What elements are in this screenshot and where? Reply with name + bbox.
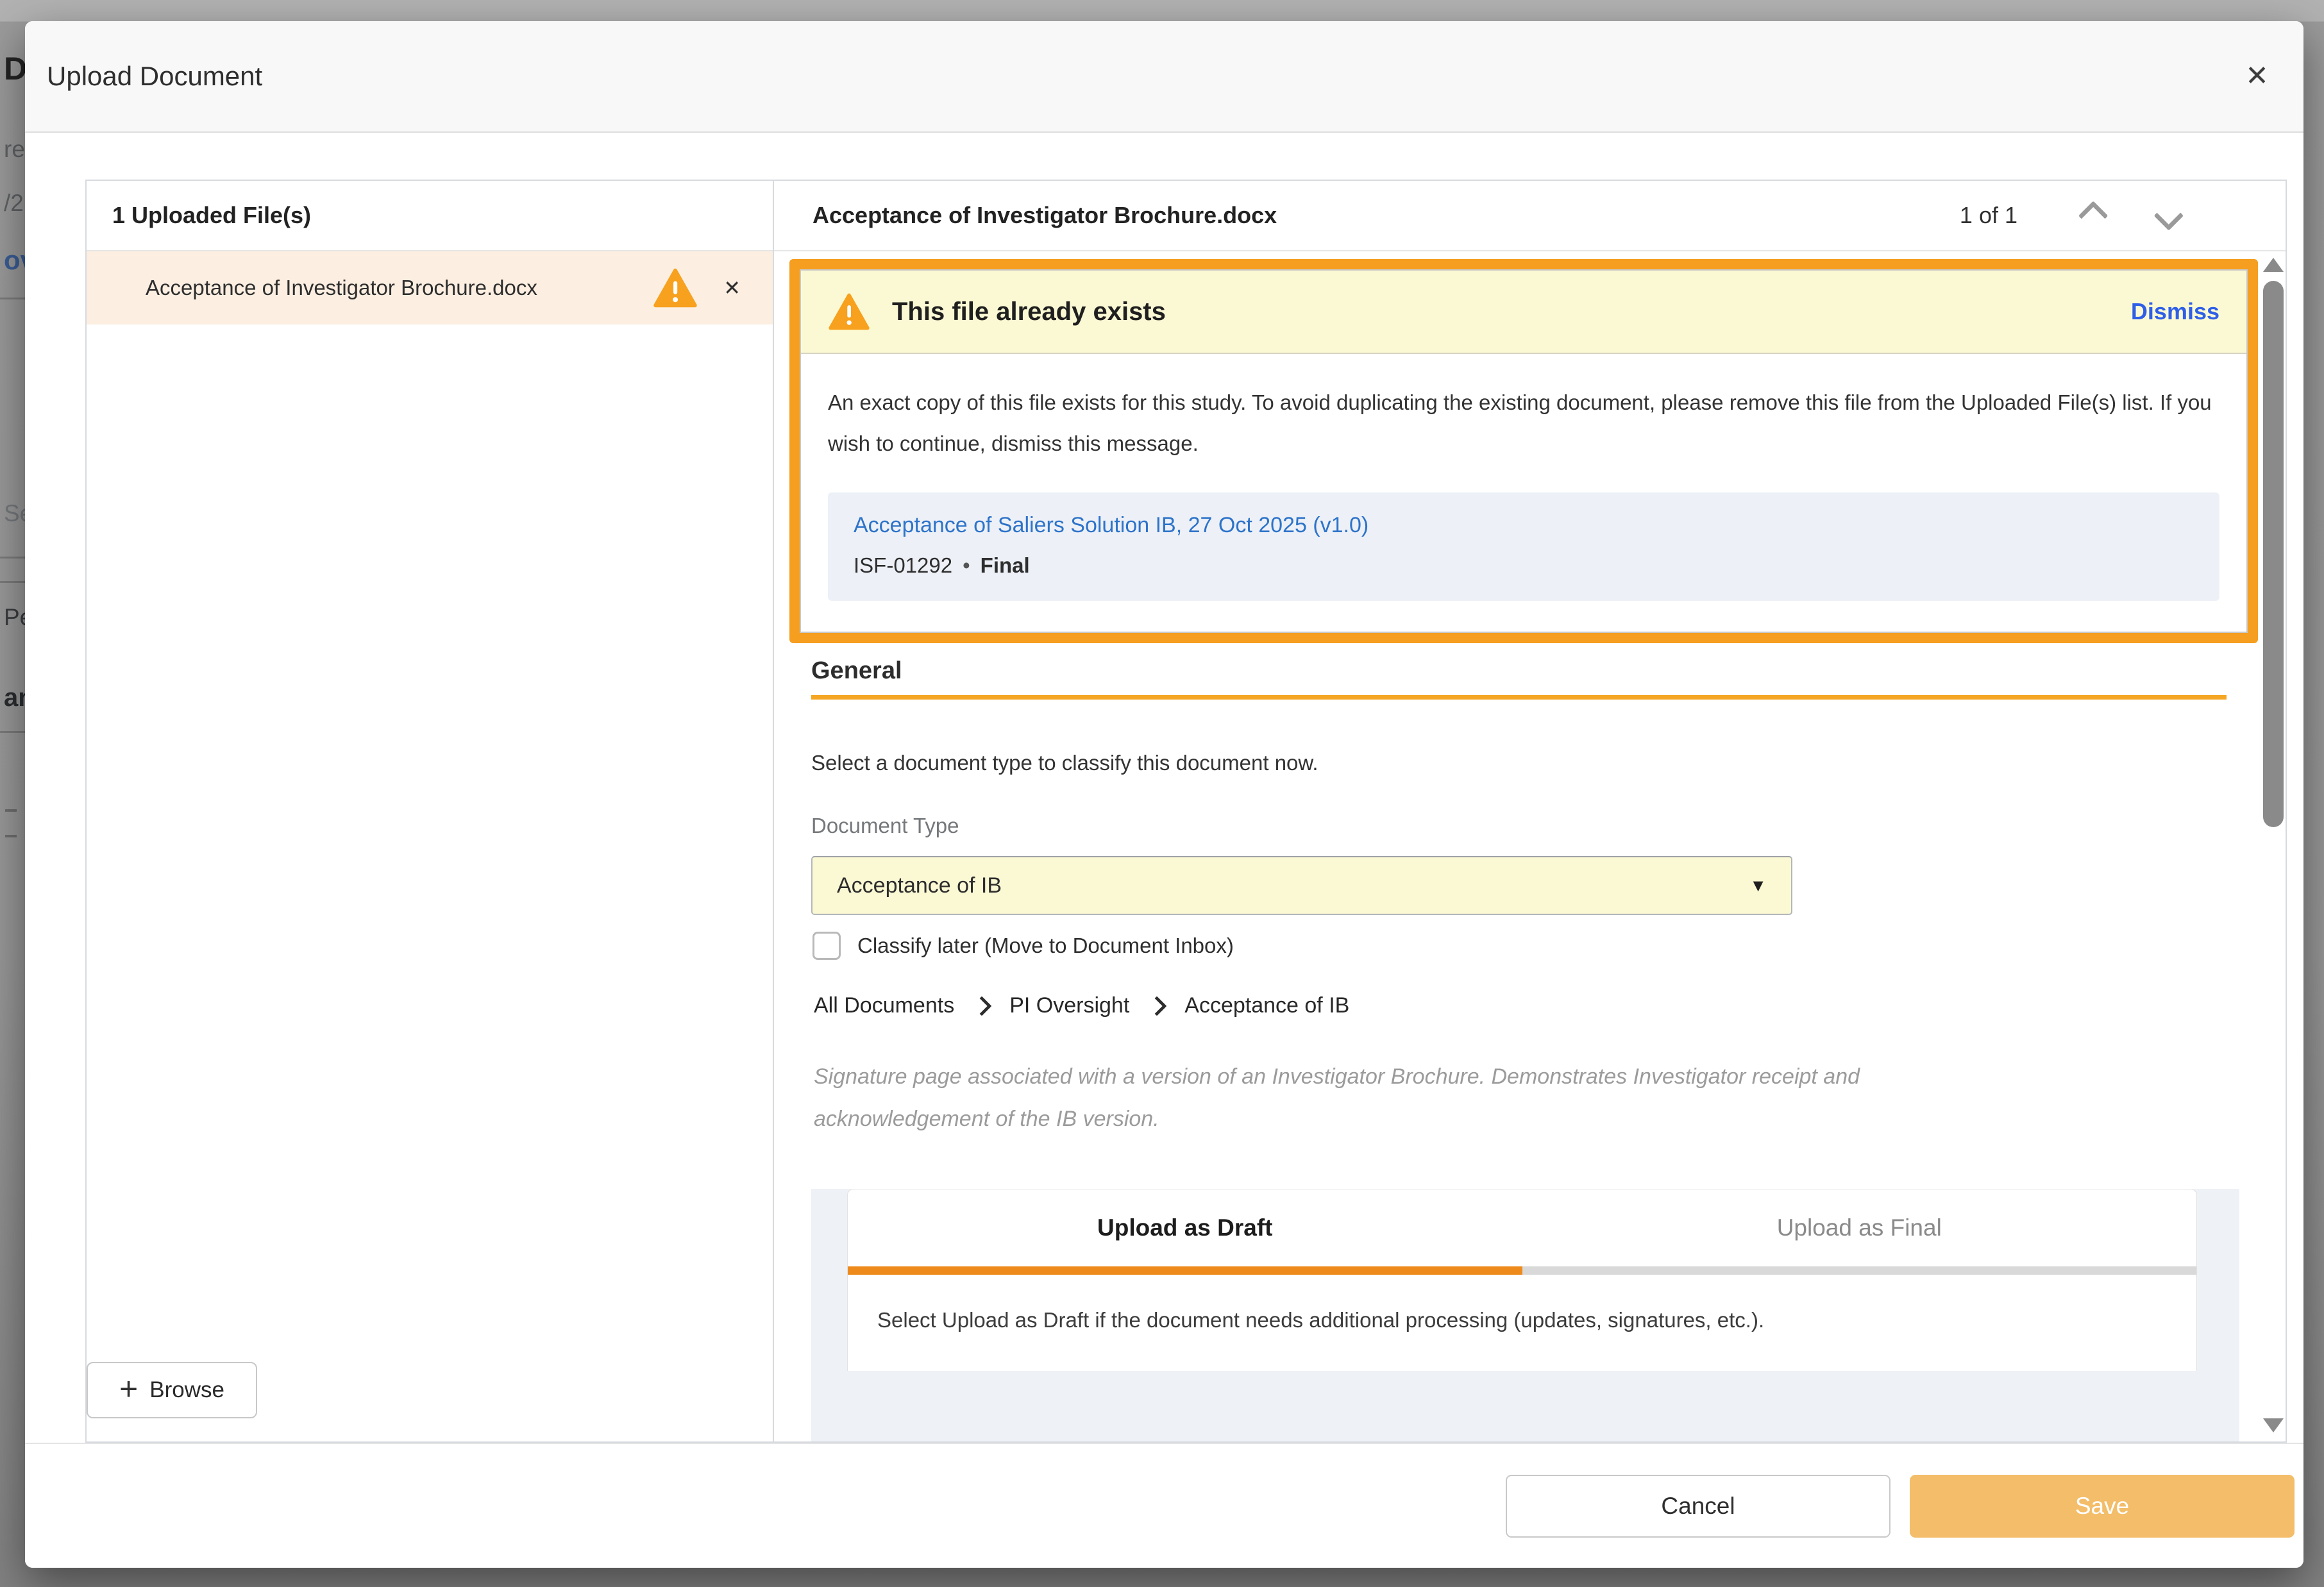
- screen: D re /2 ov Se Pe an Upload Document ✕ 1 …: [0, 0, 2324, 1587]
- document-title: Acceptance of Investigator Brochure.docx: [774, 202, 1277, 229]
- browse-button[interactable]: + Browse: [87, 1362, 257, 1418]
- document-type-value: Acceptance of IB: [837, 873, 1002, 898]
- document-detail-panel: Acceptance of Investigator Brochure.docx…: [774, 181, 2286, 1441]
- background-text-fragment: re: [4, 136, 25, 163]
- close-icon[interactable]: ✕: [2245, 62, 2269, 90]
- classify-instruction: Select a document type to classify this …: [811, 751, 2260, 775]
- scroll-up-arrow-icon[interactable]: [2263, 258, 2284, 272]
- uploaded-file-row[interactable]: Acceptance of Investigator Brochure.docx…: [87, 251, 773, 324]
- background-divider: [0, 298, 25, 299]
- tab-description: Select Upload as Draft if the document n…: [848, 1275, 2196, 1371]
- breadcrumb-separator-icon: [1147, 996, 1167, 1016]
- document-status: Final: [981, 553, 1030, 578]
- pagination-label: 1 of 1: [1960, 202, 2017, 229]
- document-type-label: Document Type: [811, 814, 2260, 838]
- background-divider: [0, 731, 25, 733]
- background-divider: [5, 809, 17, 812]
- background-divider: [0, 581, 25, 583]
- classify-later-option[interactable]: Classify later (Move to Document Inbox): [813, 932, 2260, 960]
- active-tab-indicator: [848, 1266, 1522, 1275]
- upload-document-modal: Upload Document ✕ 1 Uploaded File(s) Acc…: [25, 21, 2303, 1568]
- browse-label: Browse: [149, 1377, 224, 1403]
- duplicate-file-alert-inner: This file already exists Dismiss An exac…: [800, 269, 2248, 633]
- section-divider: [811, 695, 2227, 700]
- remove-file-icon[interactable]: ✕: [723, 276, 741, 300]
- background-divider: [5, 835, 17, 837]
- background-text-fragment: D: [4, 50, 27, 87]
- tab-label: Upload as Draft: [1097, 1214, 1272, 1241]
- breadcrumb-item-all-documents[interactable]: All Documents: [814, 993, 954, 1018]
- scroll-down-arrow-icon[interactable]: [2263, 1418, 2284, 1432]
- bullet-separator: •: [963, 553, 970, 578]
- classify-later-checkbox[interactable]: [813, 932, 841, 960]
- background-text-fragment: /2: [4, 190, 24, 217]
- document-reference: ISF-01292: [854, 553, 952, 578]
- existing-document-link[interactable]: Acceptance of Saliers Solution IB, 27 Oc…: [854, 513, 2194, 538]
- modal-footer: Cancel Save: [25, 1443, 2303, 1568]
- document-pagination: 1 of 1: [1960, 202, 2286, 229]
- upload-panels: 1 Uploaded File(s) Acceptance of Investi…: [85, 180, 2287, 1443]
- modal-header: Upload Document ✕: [25, 21, 2303, 133]
- uploaded-file-name: Acceptance of Investigator Brochure.docx: [146, 276, 537, 300]
- tab-upload-as-final[interactable]: Upload as Final: [1522, 1189, 2197, 1266]
- alert-title: This file already exists: [892, 298, 1166, 326]
- alert-body: An exact copy of this file exists for th…: [801, 354, 2246, 632]
- uploaded-files-panel: 1 Uploaded File(s) Acceptance of Investi…: [87, 181, 774, 1441]
- uploaded-files-header: 1 Uploaded File(s): [87, 181, 773, 251]
- warning-icon: [653, 267, 698, 308]
- upload-mode-tabs: Upload as Draft Upload as Final: [848, 1189, 2196, 1266]
- alert-banner: This file already exists Dismiss: [801, 271, 2246, 354]
- duplicate-file-alert: This file already exists Dismiss An exac…: [789, 259, 2258, 643]
- tab-upload-as-draft[interactable]: Upload as Draft: [848, 1189, 1522, 1266]
- scrollbar-thumb[interactable]: [2263, 281, 2284, 827]
- save-button[interactable]: Save: [1910, 1475, 2295, 1538]
- general-section-heading: General: [811, 657, 2260, 685]
- upload-mode-card: Upload as Draft Upload as Final Select U…: [847, 1189, 2197, 1371]
- document-type-description: Signature page associated with a version…: [814, 1055, 2032, 1140]
- existing-document-card: Acceptance of Saliers Solution IB, 27 Oc…: [828, 492, 2219, 601]
- background-divider: [0, 557, 25, 558]
- document-detail-header: Acceptance of Investigator Brochure.docx…: [774, 181, 2286, 251]
- document-type-breadcrumb: All Documents PI Oversight Acceptance of…: [814, 993, 2260, 1018]
- caret-down-icon: ▼: [1749, 876, 1767, 896]
- upload-mode-section: Upload as Draft Upload as Final Select U…: [811, 1189, 2239, 1441]
- tab-underline: [848, 1266, 2196, 1275]
- cancel-button[interactable]: Cancel: [1506, 1475, 1890, 1538]
- chevron-up-icon[interactable]: [2078, 201, 2109, 231]
- breadcrumb-item-acceptance-of-ib[interactable]: Acceptance of IB: [1184, 993, 1349, 1018]
- modal-title: Upload Document: [25, 61, 262, 92]
- classify-later-label: Classify later (Move to Document Inbox): [857, 934, 1234, 958]
- tab-label: Upload as Final: [1777, 1214, 1942, 1241]
- warning-icon: [828, 292, 870, 331]
- chevron-down-icon[interactable]: [2154, 201, 2184, 231]
- breadcrumb-item-pi-oversight[interactable]: PI Oversight: [1009, 993, 1129, 1018]
- document-type-select[interactable]: Acceptance of IB ▼: [811, 856, 1792, 915]
- alert-message: An exact copy of this file exists for th…: [828, 382, 2213, 464]
- existing-document-meta: ISF-01292 • Final: [854, 553, 2194, 578]
- scrollbar[interactable]: [2262, 251, 2284, 1440]
- dismiss-link[interactable]: Dismiss: [2131, 298, 2219, 325]
- document-detail-scroll-area: This file already exists Dismiss An exac…: [774, 251, 2260, 1441]
- breadcrumb-separator-icon: [972, 996, 992, 1016]
